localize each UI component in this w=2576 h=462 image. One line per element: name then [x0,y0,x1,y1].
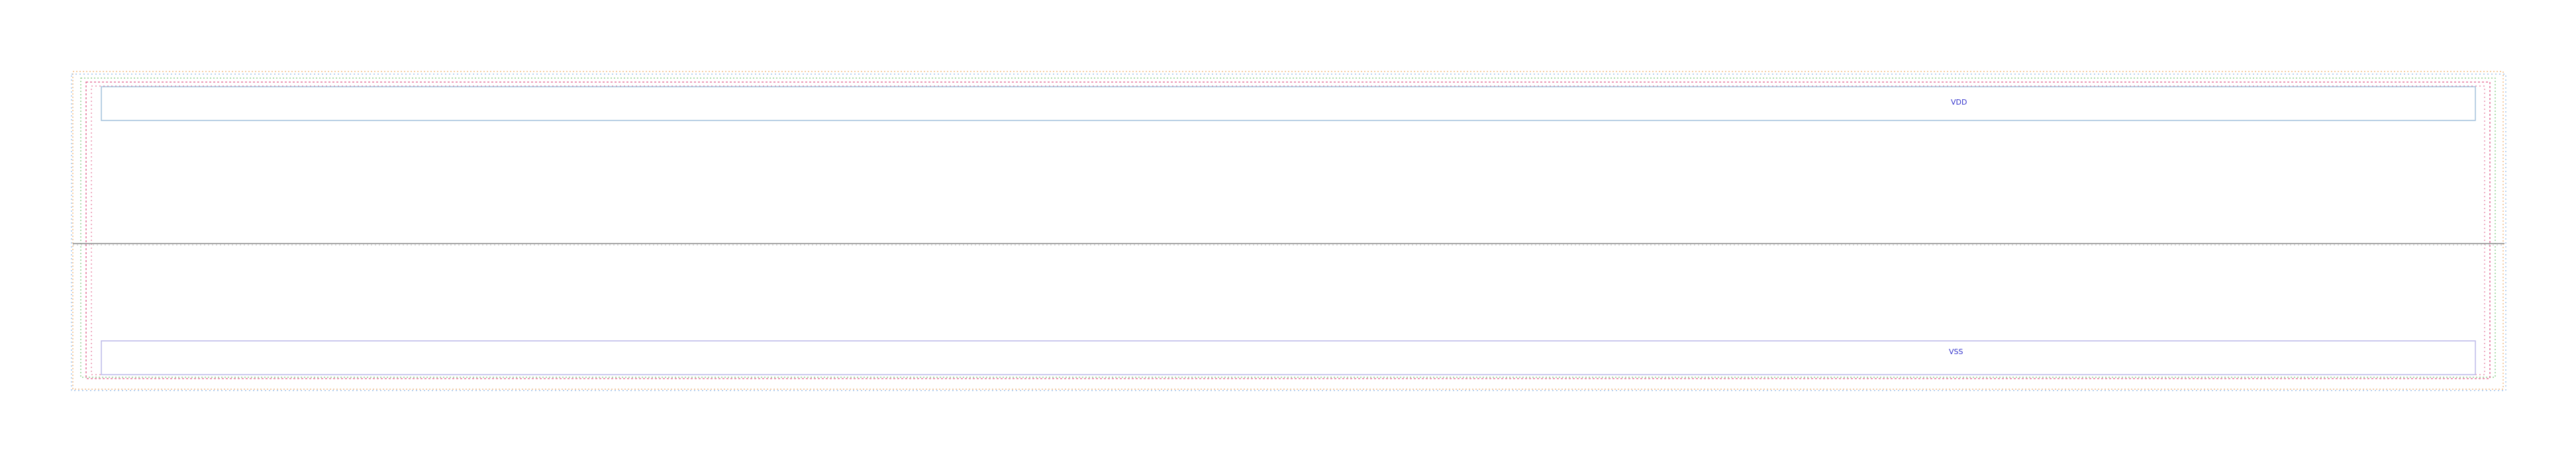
nwell-boundary-red-inner [91,85,2485,375]
vdd-rail [101,86,2476,121]
vss-rail [101,340,2476,375]
vdd-pin-label: VDD [1951,98,1967,107]
inner-boundary-green [80,77,2496,378]
vss-pin-label: VSS [1949,347,1963,356]
layout-canvas: VDD VSS [0,0,2576,462]
outer-boundary-blue [71,73,2506,391]
nwell-boundary-red [85,81,2491,379]
layout-drawing: VDD VSS [71,71,2506,391]
outer-boundary-orange [72,71,2504,390]
